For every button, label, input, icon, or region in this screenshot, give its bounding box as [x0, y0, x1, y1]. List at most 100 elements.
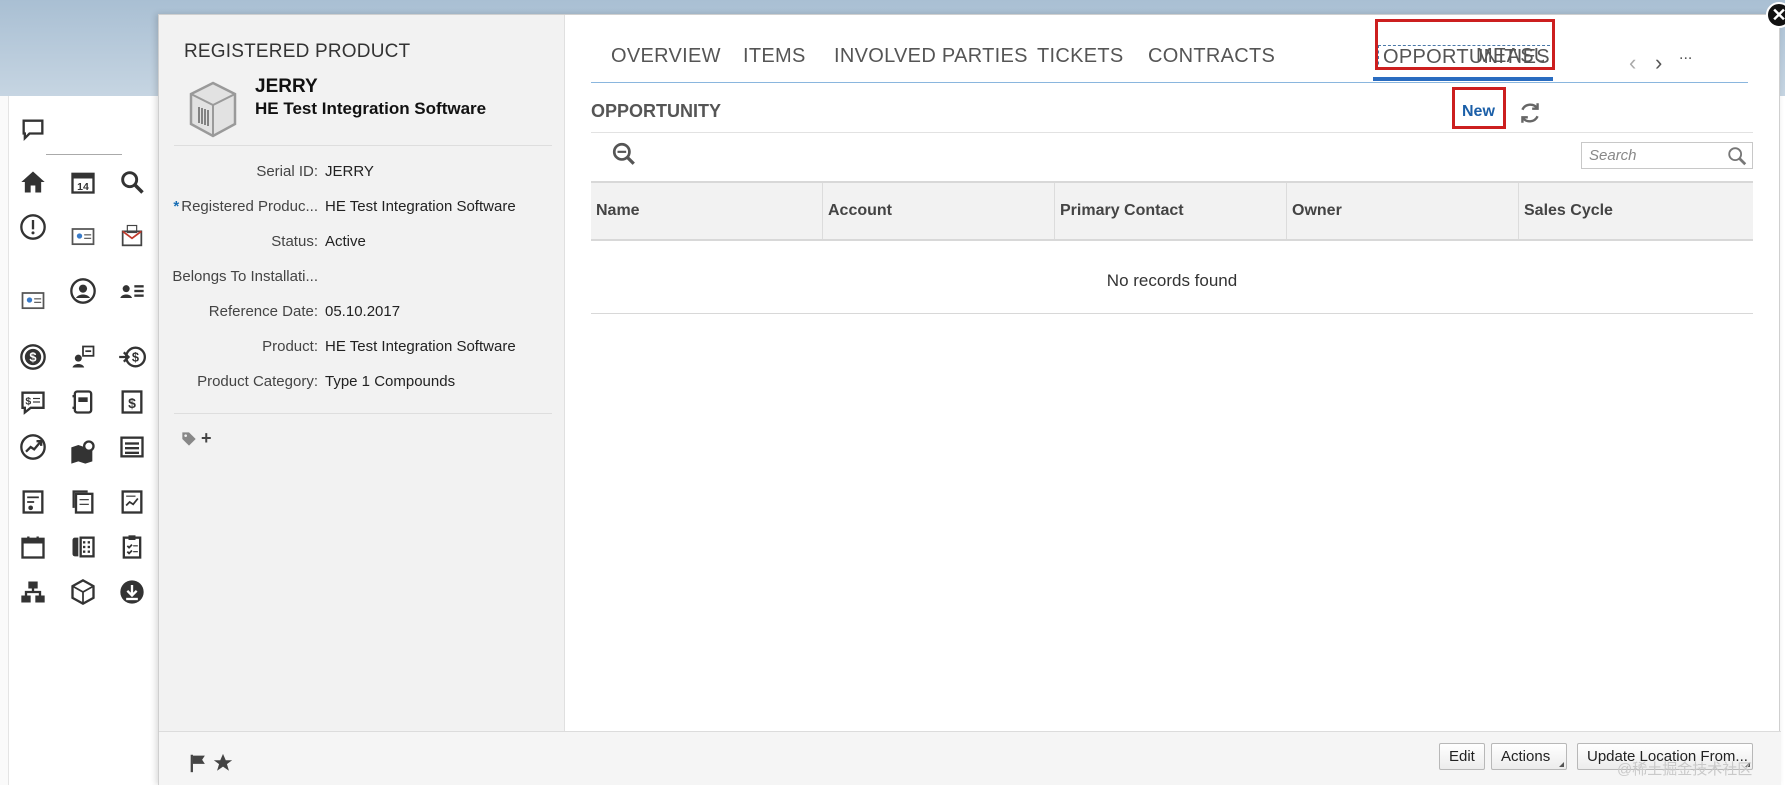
refresh-icon[interactable] — [1517, 100, 1543, 126]
field-value: Active — [325, 233, 366, 250]
dialog-footer: Edit Actions Update Location From... — [159, 731, 1781, 785]
phone-icon[interactable] — [67, 531, 99, 563]
record-summary-panel: REGISTERED PRODUCT JERRY HE Test Integra… — [159, 15, 565, 731]
record-name: JERRY — [255, 76, 318, 97]
record-subtitle: HE Test Integration Software — [255, 99, 487, 118]
field-value: JERRY — [325, 163, 374, 180]
field-belongs-to-installation: Belongs To Installati... — [172, 268, 554, 290]
field-registered-product: * Registered Produc... HE Test Integratio… — [173, 198, 554, 220]
summary-divider — [174, 145, 552, 146]
tab-prev-chevron-icon[interactable]: ‹ — [1629, 50, 1636, 76]
arrow-dollar-icon[interactable]: $ — [116, 341, 148, 373]
field-product: Product: HE Test Integration Software — [174, 338, 554, 360]
field-label: Reference Date: — [208, 303, 318, 320]
add-tag-button[interactable]: + — [181, 428, 212, 449]
field-status: Status: Active — [174, 233, 554, 255]
mail-icon[interactable] — [116, 220, 148, 252]
field-value: HE Test Integration Software — [325, 198, 516, 215]
svg-text:$: $ — [132, 350, 139, 365]
column-header-sales-cycle[interactable]: Sales Cycle — [1519, 183, 1753, 239]
dollar-doc-icon[interactable]: $ — [116, 386, 148, 418]
svg-text:$: $ — [25, 395, 31, 407]
filter-zoom-icon[interactable] — [611, 141, 637, 167]
field-label: Product: — [262, 338, 318, 355]
field-label-text: Registered Produc... — [181, 198, 318, 215]
tab-items[interactable]: ITEMS — [743, 45, 806, 68]
report-icon[interactable] — [17, 486, 49, 518]
field-value: HE Test Integration Software — [325, 338, 516, 355]
add-tag-plus: + — [201, 428, 212, 448]
checklist-icon[interactable] — [116, 531, 148, 563]
column-header-account[interactable]: Account — [823, 183, 1055, 239]
highlight-new-button — [1452, 87, 1506, 129]
tab-bar: OVERVIEW ITEMS INVOLVED PARTIES TICKETS … — [591, 32, 1748, 83]
summary-divider — [174, 413, 552, 414]
list-icon[interactable] — [116, 431, 148, 463]
section-divider — [591, 132, 1753, 133]
svg-text:$: $ — [128, 395, 136, 411]
field-serial-id: Serial ID: JERRY — [174, 163, 554, 185]
map-pin-icon[interactable] — [67, 436, 99, 468]
record-type-title: REGISTERED PRODUCT — [184, 41, 411, 62]
actions-button[interactable]: Actions — [1491, 743, 1568, 770]
contact-card-icon[interactable] — [67, 220, 99, 252]
table-divider — [591, 313, 1753, 314]
package-icon[interactable] — [67, 576, 99, 608]
star-icon[interactable] — [212, 752, 234, 774]
field-label: Serial ID: — [256, 163, 318, 180]
dollar-circle-icon[interactable]: $ — [17, 341, 49, 373]
tab-overview[interactable]: OVERVIEW — [611, 45, 721, 68]
alert-icon[interactable] — [17, 211, 49, 243]
id-card-icon[interactable] — [17, 284, 49, 316]
field-value: 05.10.2017 — [325, 303, 401, 320]
table-header: Name Account Primary Contact Owner Sales… — [591, 181, 1753, 241]
growth-icon[interactable] — [17, 431, 49, 463]
svg-text:$: $ — [29, 350, 36, 365]
close-dialog-button[interactable]: ✕ — [1766, 2, 1785, 28]
required-marker: * — [173, 198, 180, 215]
user-list-icon[interactable] — [116, 275, 148, 307]
tab-more-icon[interactable]: ... — [1679, 46, 1692, 64]
dropdown-corner-icon — [1559, 762, 1565, 767]
calendar-icon[interactable] — [17, 531, 49, 563]
field-label: Status: — [271, 233, 318, 250]
home-icon[interactable] — [17, 166, 49, 198]
calendar-icon[interactable]: 14 — [67, 166, 99, 198]
highlight-opportunities-tab — [1375, 19, 1555, 70]
svg-text:14: 14 — [77, 181, 89, 193]
search-icon[interactable] — [1726, 145, 1748, 167]
flag-icon[interactable] — [187, 752, 209, 774]
field-product-category: Product Category: Type 1 Compounds — [174, 373, 554, 395]
column-header-name[interactable]: Name — [591, 183, 823, 239]
actions-label: Actions — [1501, 748, 1551, 765]
nav-divider — [46, 154, 122, 155]
empty-table-message: No records found — [1106, 271, 1238, 290]
tab-tickets[interactable]: TICKETS — [1037, 45, 1124, 68]
chat-icon[interactable] — [17, 114, 49, 146]
tab-next-chevron-icon[interactable]: › — [1655, 50, 1662, 76]
product-box-icon — [187, 79, 239, 141]
search-icon[interactable] — [116, 166, 148, 198]
field-value: Type 1 Compounds — [325, 373, 456, 390]
section-title: OPPORTUNITY — [591, 101, 722, 121]
edit-button[interactable]: Edit — [1439, 743, 1485, 770]
column-header-owner[interactable]: Owner — [1287, 183, 1519, 239]
field-label: * Registered Produc... — [173, 198, 318, 215]
chart-doc-icon[interactable] — [116, 486, 148, 518]
column-header-primary-contact[interactable]: Primary Contact — [1055, 183, 1287, 239]
tab-contracts[interactable]: CONTRACTS — [1148, 45, 1275, 68]
active-tab-underline — [1373, 77, 1553, 81]
notebook-icon[interactable] — [67, 386, 99, 418]
dollar-chat-icon[interactable]: $ — [17, 386, 49, 418]
tab-involved-parties[interactable]: INVOLVED PARTIES — [834, 45, 1028, 68]
registered-product-dialog: REGISTERED PRODUCT JERRY HE Test Integra… — [158, 14, 1781, 785]
user-circle-icon[interactable] — [67, 275, 99, 307]
watermark-text: @稀土掘金技术社区 — [1617, 761, 1753, 778]
field-reference-date: Reference Date: 05.10.2017 — [174, 303, 554, 325]
pages-icon[interactable] — [67, 486, 99, 518]
field-label: Product Category: — [197, 373, 318, 390]
download-icon[interactable] — [116, 576, 148, 608]
transfer-user-icon[interactable] — [67, 341, 99, 373]
hierarchy-icon[interactable] — [17, 576, 49, 608]
field-label: Belongs To Installati... — [172, 268, 318, 285]
